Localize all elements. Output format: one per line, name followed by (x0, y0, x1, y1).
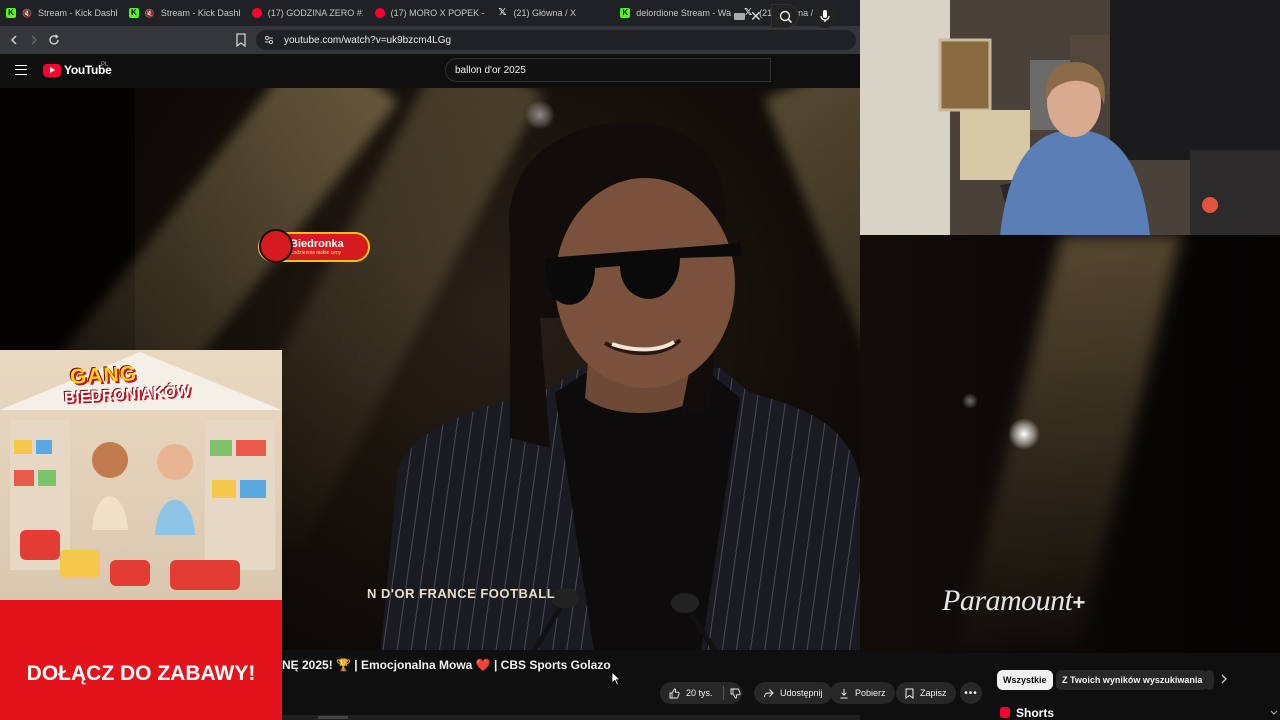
tab-godzina-zero[interactable]: (17) GODZINA ZERO #135 (246, 0, 369, 26)
kick-icon: K (128, 8, 139, 18)
search-input[interactable]: ballon d'or 2025 (445, 58, 771, 82)
download-button[interactable]: Pobierz (830, 682, 895, 704)
video-title: NĘ 2025! 🏆 | Emocjonalna Mowa ❤️ | CBS S… (282, 653, 860, 677)
tab-kick-dashboard-2[interactable]: K 🔇 Stream - Kick Dashboard (123, 0, 246, 26)
search-query: ballon d'or 2025 (455, 64, 526, 76)
tab-label: Stream - Kick Dashboard (37, 8, 117, 18)
muted-icon[interactable]: 🔇 (22, 9, 32, 18)
clear-search-icon[interactable]: ✕ (750, 8, 762, 25)
forward-icon[interactable] (24, 30, 44, 50)
kick-icon: K (6, 8, 16, 18)
like-divider (722, 686, 724, 700)
bookmark-icon[interactable] (234, 32, 248, 48)
browser-toolbar: youtube.com/watch?v=uk9bzcm4LGg (0, 26, 860, 54)
tab-label: Stream - Kick Dashboard (160, 8, 240, 18)
tab-moro-popek[interactable]: (17) MORO X POPEK - AB (369, 0, 492, 26)
light-orb (962, 393, 978, 409)
download-label: Pobierz (855, 688, 886, 698)
microphone-icon (820, 10, 830, 22)
chip-partial[interactable] (1204, 670, 1214, 690)
share-label: Udostępnij (780, 688, 823, 698)
back-icon[interactable] (4, 30, 24, 50)
light-orb (1008, 418, 1040, 450)
url-text: youtube.com/watch?v=uk9bzcm4LGg (284, 34, 452, 46)
ladybug-icon (259, 229, 293, 263)
search-icon (779, 10, 793, 24)
muted-icon[interactable]: 🔇 (145, 9, 155, 18)
shorts-label: Shorts (1016, 705, 1055, 720)
more-icon: ••• (964, 687, 978, 699)
save-button[interactable]: Zapisz (896, 682, 956, 704)
tab-label: (21) Główna / X (513, 8, 576, 18)
kick-icon: K (620, 8, 631, 18)
site-settings-icon[interactable] (264, 35, 274, 45)
scroll-thumb[interactable] (318, 716, 348, 719)
share-button[interactable]: Udostępnij (754, 682, 832, 704)
related-filter-chips: Wszystkie Z Twoich wyników wyszukiwania (990, 665, 1280, 695)
shorts-section-header: Shorts (990, 705, 1280, 720)
search-button[interactable] (771, 4, 799, 28)
chevron-down-icon[interactable] (1270, 710, 1278, 716)
region-code: PL (101, 62, 109, 68)
menu-icon[interactable] (15, 65, 27, 75)
voice-search-button[interactable] (813, 4, 837, 28)
streamer-webcam (860, 0, 1280, 235)
video-caption: N D'OR FRANCE FOOTBALL (367, 586, 556, 601)
shorts-icon (1000, 707, 1010, 718)
more-actions-button[interactable]: ••• (960, 682, 982, 704)
tab-kick-dashboard-1[interactable]: K 🔇 Stream - Kick Dashboard (0, 0, 123, 26)
watermark-plus: + (1072, 590, 1086, 615)
screen: { "browser": { "tabs": [ {"label": "Stre… (0, 0, 1280, 720)
reload-icon[interactable] (44, 30, 64, 50)
tab-label: (17) MORO X POPEK - AB (390, 8, 486, 18)
video-actions: 20 tys. Udostępnij Pobierz Zapisz ••• (282, 677, 982, 715)
like-dislike-group: 20 tys. (660, 682, 742, 704)
youtube-icon (251, 8, 262, 18)
mouse-cursor-icon (611, 671, 621, 686)
ad-product-illustration (10, 420, 275, 590)
tab-delordione-stream[interactable]: K delordione Stream - Watch (614, 0, 737, 26)
paramount-plus-watermark: Paramount+ (942, 584, 1085, 618)
browser-tab-strip: K 🔇 Stream - Kick Dashboard K 🔇 Stream -… (0, 0, 860, 26)
x-icon: 𝕏 (498, 7, 507, 18)
tab-label: delordione Stream - Watch (636, 8, 732, 18)
download-icon (840, 688, 848, 698)
ad-cta[interactable]: DOŁĄCZ DO ZABAWY! (0, 662, 282, 686)
like-icon[interactable] (669, 688, 680, 699)
brand-tagline: Codziennie niskie ceny (290, 250, 342, 256)
like-count[interactable]: 20 tys. (686, 688, 713, 698)
youtube-icon (374, 8, 385, 18)
biedronka-ad-overlay[interactable]: GANG BIEDRONIAKÓW DOŁĄCZ DO ZABAWY! (0, 350, 282, 720)
youtube-header: YouTube PL ballon d'or 2025 (0, 54, 860, 88)
speaker-figure (380, 122, 860, 650)
save-icon (905, 688, 914, 699)
tab-x-home-1[interactable]: 𝕏 (21) Główna / X (491, 0, 614, 26)
tab-label: (17) GODZINA ZERO #135 (267, 8, 363, 18)
share-icon (764, 688, 774, 697)
dislike-icon[interactable] (730, 688, 741, 699)
chip-from-search[interactable]: Z Twoich wyników wyszukiwania (1056, 670, 1209, 690)
chip-all[interactable]: Wszystkie (997, 670, 1053, 690)
webcam-scene (860, 0, 1280, 235)
address-bar[interactable]: youtube.com/watch?v=uk9bzcm4LGg (256, 30, 856, 50)
keyboard-icon[interactable] (734, 13, 745, 20)
chevron-right-icon[interactable] (1219, 674, 1229, 684)
brand-name: Biedronka (290, 238, 344, 250)
watermark-text: Paramount (942, 584, 1073, 617)
page-scroll-indicator (282, 715, 860, 720)
ad-red-panel (0, 600, 282, 720)
save-label: Zapisz (920, 688, 947, 698)
youtube-play-icon (43, 63, 61, 77)
